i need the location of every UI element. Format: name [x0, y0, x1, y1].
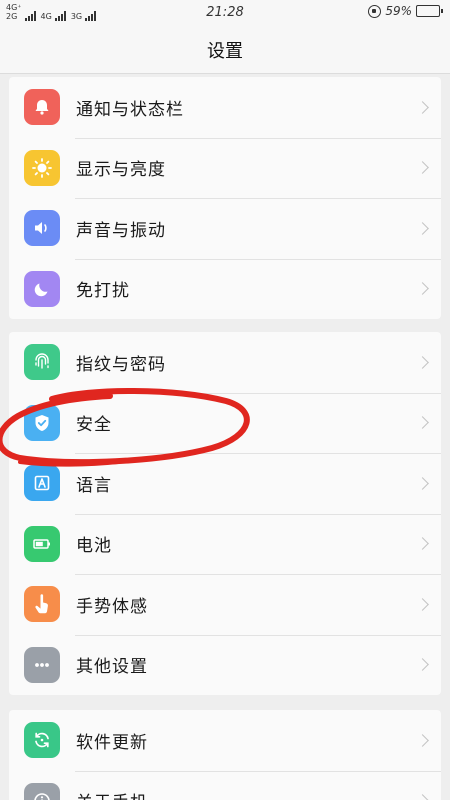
settings-item-label: 通知与状态栏 [76, 99, 184, 120]
settings-item-software-update[interactable]: 软件更新 [9, 710, 441, 771]
chevron-right-icon [416, 282, 429, 296]
chevron-right-icon [416, 597, 429, 611]
chevron-right-icon [416, 161, 429, 175]
settings-item-about-phone[interactable]: 关于手机 [9, 770, 441, 800]
settings-item-label: 电池 [76, 536, 112, 557]
page-title: 设置 [207, 40, 243, 62]
sun-icon [24, 149, 60, 186]
battery-percent: 59% [385, 4, 412, 18]
chevron-right-icon [416, 416, 429, 430]
settings-item-language[interactable]: 语言 [9, 453, 441, 514]
speaker-icon [24, 210, 60, 247]
hand-icon [24, 586, 60, 623]
settings-item-label: 软件更新 [76, 732, 148, 753]
settings-item-other[interactable]: 其他设置 [9, 634, 441, 696]
chevron-right-icon [416, 355, 429, 369]
moon-icon [24, 270, 60, 307]
settings-item-label: 其他设置 [76, 657, 148, 678]
battery-icon [24, 525, 60, 562]
chevron-right-icon [416, 794, 429, 800]
settings-item-label: 显示与亮度 [76, 160, 166, 181]
settings-item-notifications[interactable]: 通知与状态栏 [9, 77, 441, 138]
chevron-right-icon [416, 100, 429, 114]
rotation-lock-icon [368, 4, 382, 18]
settings-group-display: 通知与状态栏 显示与亮度 声音与振动 免打扰 [9, 77, 441, 319]
settings-item-do-not-disturb[interactable]: 免打扰 [9, 258, 441, 320]
settings-item-sound[interactable]: 声音与振动 [9, 198, 441, 259]
battery-status-icon [416, 5, 443, 17]
app-header: 设置 [0, 26, 450, 74]
shield-icon [24, 404, 60, 441]
language-icon [24, 465, 60, 502]
chevron-right-icon [416, 476, 429, 490]
settings-item-fingerprint[interactable]: 指纹与密码 [9, 332, 441, 393]
chevron-right-icon [416, 221, 429, 235]
settings-item-label: 语言 [76, 475, 112, 496]
settings-item-label: 指纹与密码 [76, 354, 166, 375]
settings-group-system: 指纹与密码 安全 语言 电池 手势体感 其他设置 [9, 332, 441, 695]
settings-item-battery[interactable]: 电池 [9, 513, 441, 575]
more-icon [24, 646, 60, 683]
settings-item-security[interactable]: 安全 [9, 392, 441, 454]
settings-group-about: 软件更新 关于手机 [9, 710, 441, 800]
chevron-right-icon [416, 537, 429, 551]
chevron-right-icon [416, 733, 429, 747]
settings-item-label: 免打扰 [76, 281, 130, 302]
chevron-right-icon [416, 658, 429, 672]
settings-item-label: 关于手机 [76, 788, 148, 800]
settings-item-display[interactable]: 显示与亮度 [9, 137, 441, 199]
update-icon [24, 722, 60, 759]
settings-item-label: 手势体感 [76, 596, 148, 617]
info-icon [24, 782, 60, 800]
settings-item-gestures[interactable]: 手势体感 [9, 574, 441, 635]
status-right: 59% [368, 4, 443, 18]
settings-item-label: 声音与振动 [76, 220, 166, 241]
fingerprint-icon [24, 344, 60, 381]
status-bar: 4G⁺ 2G 4G 3G 21:28 59% [0, 0, 450, 26]
settings-item-label: 安全 [76, 415, 112, 436]
bell-icon [24, 89, 60, 126]
